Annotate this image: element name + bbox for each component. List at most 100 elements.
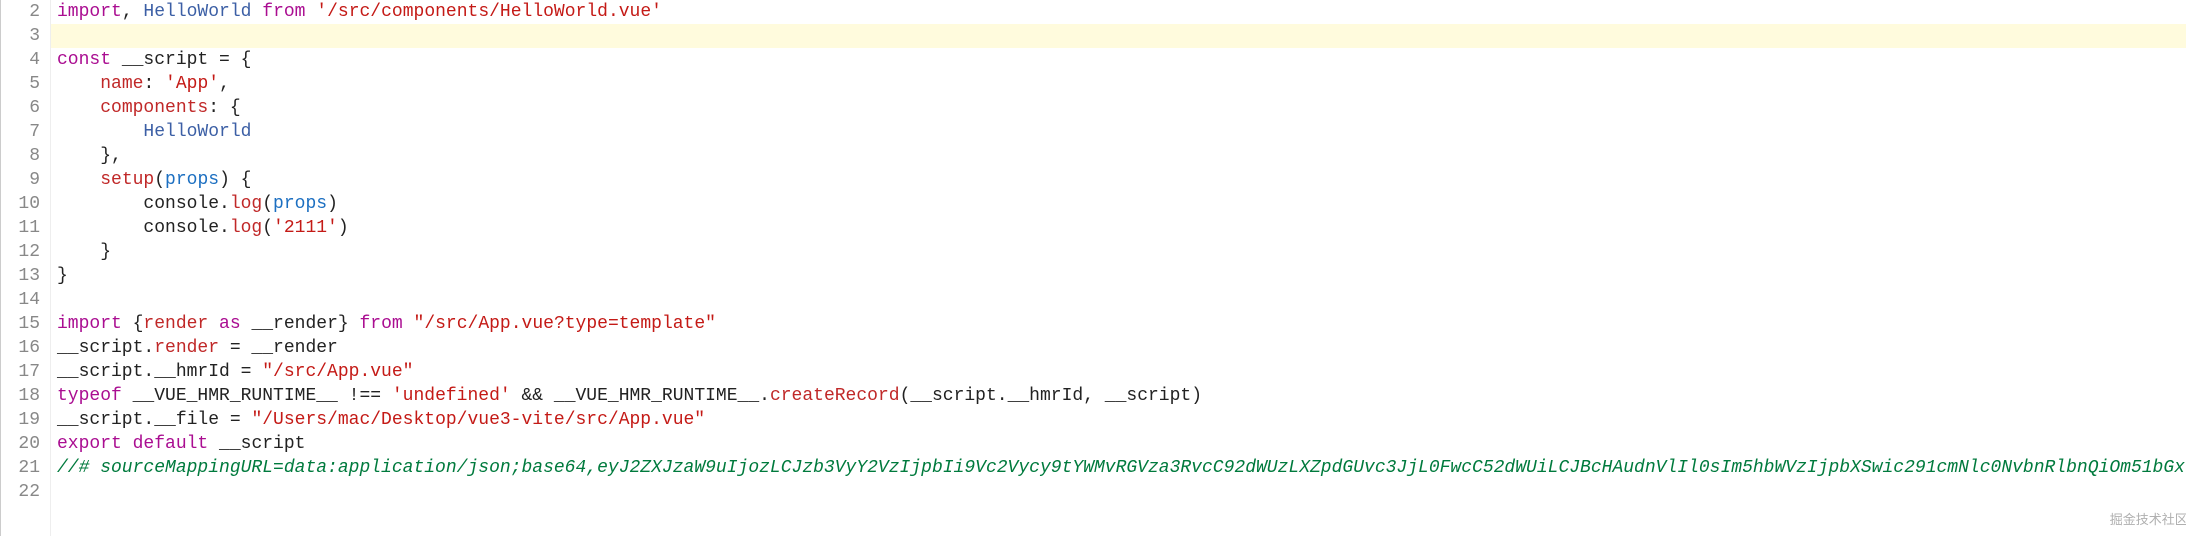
token-prop: createRecord: [770, 386, 900, 406]
token: [403, 314, 414, 334]
code-line[interactable]: typeof __VUE_HMR_RUNTIME__ !== 'undefine…: [51, 384, 2186, 408]
token-kw: import: [57, 2, 122, 22]
token: (: [262, 194, 273, 214]
line-number: 15: [1, 312, 40, 336]
line-number: 20: [1, 432, 40, 456]
line-number: 2: [1, 0, 40, 24]
line-number-gutter: 2345678910111213141516171819202122: [1, 0, 51, 536]
line-number: 9: [1, 168, 40, 192]
line-number: 12: [1, 240, 40, 264]
code-line[interactable]: setup(props) {: [51, 168, 2186, 192]
line-number: 11: [1, 216, 40, 240]
token: [305, 2, 316, 22]
token: [57, 98, 100, 118]
token: [57, 74, 100, 94]
line-number: 5: [1, 72, 40, 96]
token: (__script.__hmrId, __script): [900, 386, 1202, 406]
line-number: 7: [1, 120, 40, 144]
token-prop: name: [100, 74, 143, 94]
token: : {: [208, 98, 240, 118]
token-str: 'App': [165, 74, 219, 94]
line-number: 8: [1, 144, 40, 168]
code-line[interactable]: [51, 480, 2186, 504]
token-prop: log: [230, 218, 262, 238]
token: }: [57, 242, 111, 262]
token: __script.__file =: [57, 410, 251, 430]
token-comment: //# sourceMappingURL=data:application/js…: [57, 458, 2186, 478]
token-prop: render: [154, 338, 219, 358]
token: __script.: [57, 338, 154, 358]
code-line[interactable]: import, HelloWorld from '/src/components…: [51, 0, 2186, 24]
token-prop: components: [100, 98, 208, 118]
token: [57, 122, 143, 142]
token-kw: export: [57, 434, 122, 454]
code-line[interactable]: __script.render = __render: [51, 336, 2186, 360]
token: ): [338, 218, 349, 238]
code-line[interactable]: __script.__file = "/Users/mac/Desktop/vu…: [51, 408, 2186, 432]
line-number: 22: [1, 480, 40, 504]
token: console.: [57, 194, 230, 214]
token: {: [122, 314, 144, 334]
token-prop: setup: [100, 170, 154, 190]
token: (: [154, 170, 165, 190]
token-kw: import: [57, 314, 122, 334]
token: __script = {: [111, 50, 251, 70]
token: ) {: [219, 170, 251, 190]
token: ,: [122, 2, 144, 22]
token-id: HelloWorld: [143, 122, 251, 142]
line-number: 18: [1, 384, 40, 408]
token: = __render: [219, 338, 338, 358]
token-func: props: [273, 194, 327, 214]
code-line[interactable]: console.log(props): [51, 192, 2186, 216]
token-str: '2111': [273, 218, 338, 238]
token: ,: [219, 74, 230, 94]
token: }: [57, 266, 68, 286]
code-line[interactable]: name: 'App',: [51, 72, 2186, 96]
line-number: 16: [1, 336, 40, 360]
token-id: HelloWorld: [143, 2, 251, 22]
token-kw: const: [57, 50, 111, 70]
token-kw: as: [219, 314, 241, 334]
token: [208, 314, 219, 334]
token-str: "/src/App.vue": [262, 362, 413, 382]
code-line[interactable]: }: [51, 264, 2186, 288]
code-line[interactable]: export default __script: [51, 432, 2186, 456]
code-line[interactable]: __script.__hmrId = "/src/App.vue": [51, 360, 2186, 384]
token-prop: render: [143, 314, 208, 334]
code-line[interactable]: [51, 24, 2186, 48]
token: ): [327, 194, 338, 214]
token-kw: from: [359, 314, 402, 334]
token-prop: log: [230, 194, 262, 214]
line-number: 19: [1, 408, 40, 432]
token-func: props: [165, 170, 219, 190]
line-number: 4: [1, 48, 40, 72]
token: __render}: [241, 314, 360, 334]
code-line[interactable]: components: {: [51, 96, 2186, 120]
token-kw: from: [262, 2, 305, 22]
code-line[interactable]: }: [51, 240, 2186, 264]
token: [122, 434, 133, 454]
code-line[interactable]: console.log('2111'): [51, 216, 2186, 240]
line-number: 14: [1, 288, 40, 312]
token-str: "/src/App.vue?type=template": [414, 314, 716, 334]
code-line[interactable]: //# sourceMappingURL=data:application/js…: [51, 456, 2186, 480]
token-str: 'undefined': [392, 386, 511, 406]
code-line[interactable]: HelloWorld: [51, 120, 2186, 144]
line-number: 3: [1, 24, 40, 48]
line-number: 6: [1, 96, 40, 120]
token: (: [262, 218, 273, 238]
code-line[interactable]: },: [51, 144, 2186, 168]
token-kw: typeof: [57, 386, 122, 406]
code-line[interactable]: const __script = {: [51, 48, 2186, 72]
token: console.: [57, 218, 230, 238]
code-line[interactable]: import {render as __render} from "/src/A…: [51, 312, 2186, 336]
token: && __VUE_HMR_RUNTIME__.: [511, 386, 770, 406]
token: },: [57, 146, 122, 166]
code-content[interactable]: import, HelloWorld from '/src/components…: [51, 0, 2186, 536]
token: __VUE_HMR_RUNTIME__ !==: [122, 386, 392, 406]
line-number: 17: [1, 360, 40, 384]
code-line[interactable]: [51, 288, 2186, 312]
watermark-text: 掘金技术社区: [2110, 508, 2186, 532]
token: [57, 170, 100, 190]
code-editor[interactable]: 2345678910111213141516171819202122 impor…: [1, 0, 2186, 536]
